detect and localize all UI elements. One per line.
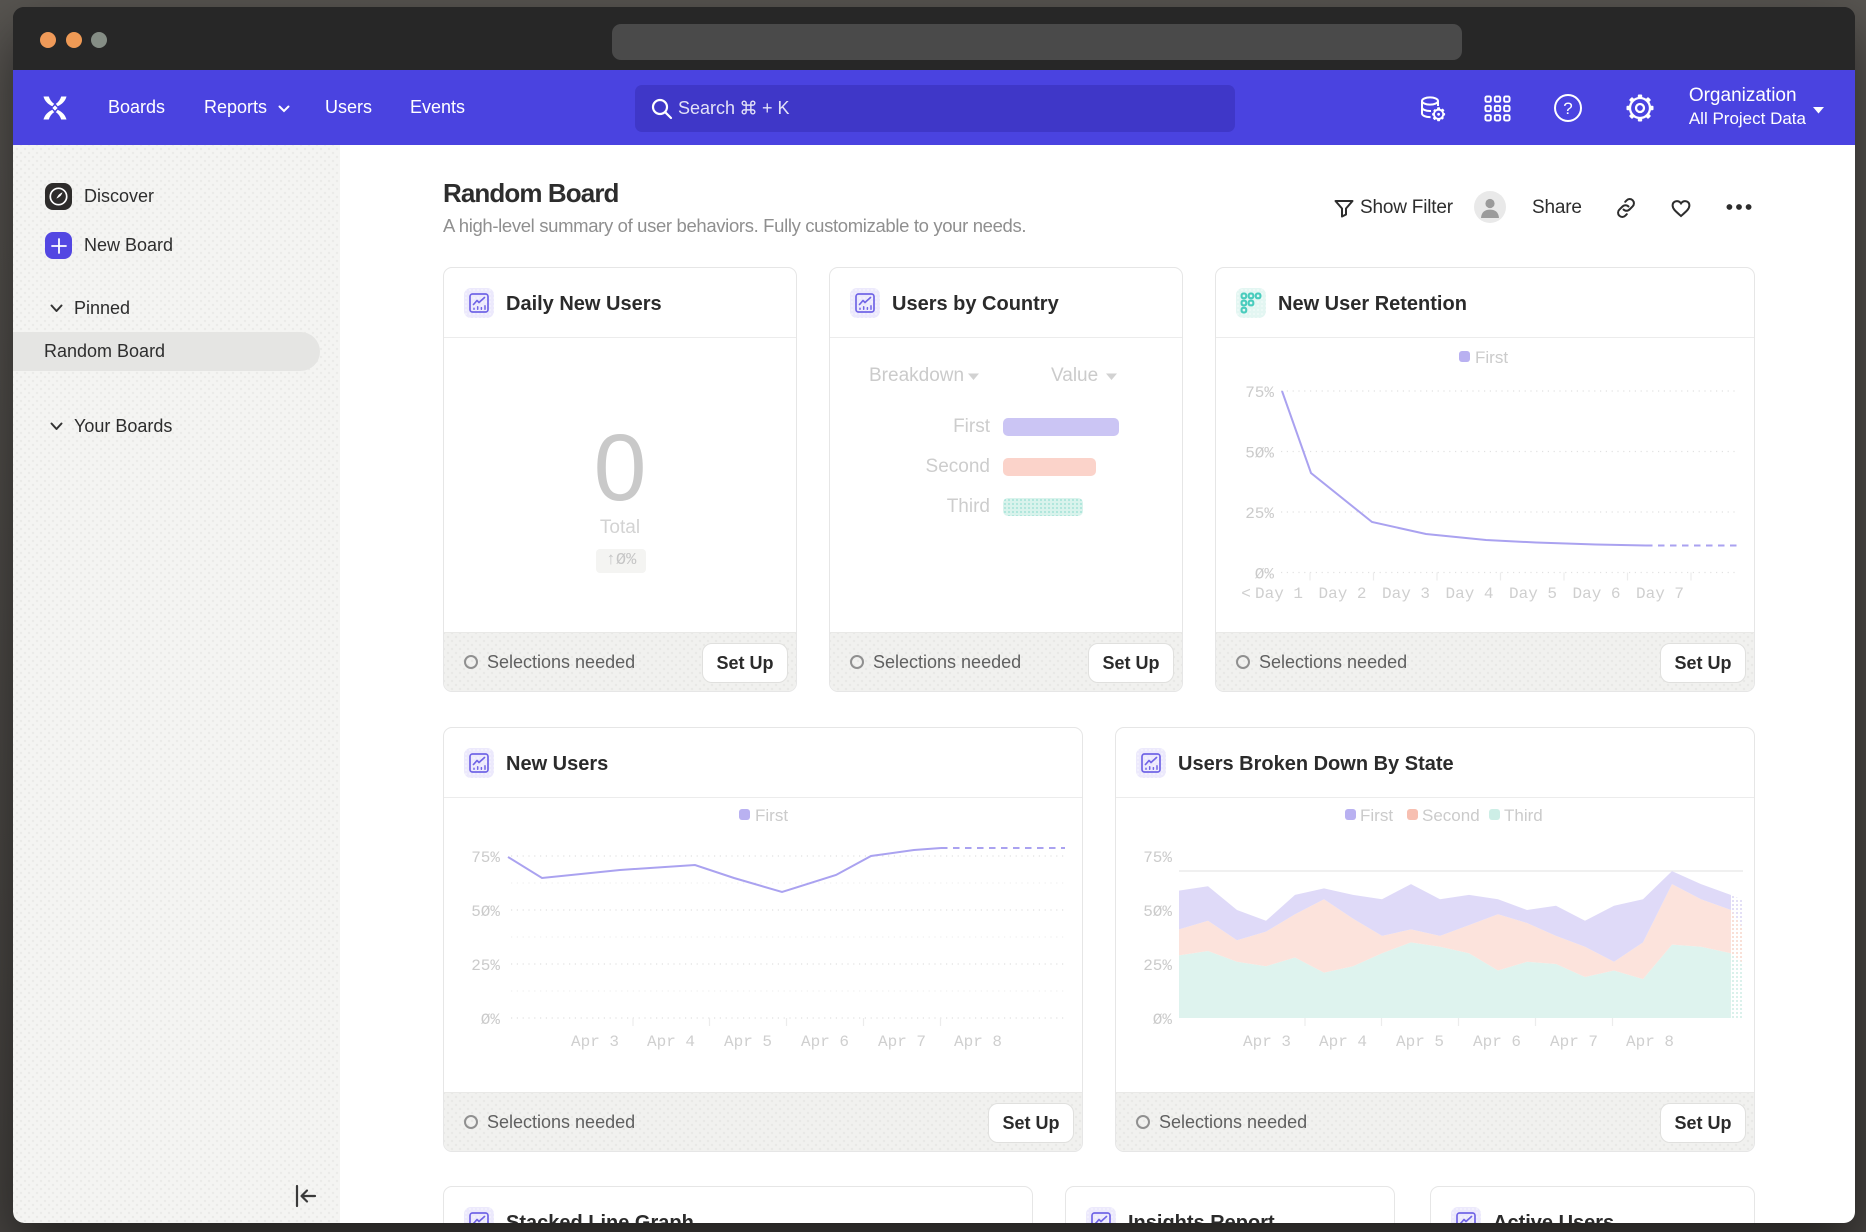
svg-text:Day 6: Day 6 bbox=[1572, 585, 1620, 603]
svg-text:Apr 8: Apr 8 bbox=[1626, 1033, 1674, 1051]
svg-text:Apr 5: Apr 5 bbox=[724, 1033, 772, 1051]
svg-text:Apr 3: Apr 3 bbox=[1243, 1033, 1291, 1051]
svg-text:75%: 75% bbox=[1245, 384, 1274, 402]
svg-text:Apr 4: Apr 4 bbox=[647, 1033, 695, 1051]
svg-text:Apr 6: Apr 6 bbox=[801, 1033, 849, 1051]
svg-text:Ø%: Ø% bbox=[1255, 566, 1275, 584]
svg-text:Day 5: Day 5 bbox=[1509, 585, 1557, 603]
svg-text:Day 1: Day 1 bbox=[1255, 585, 1303, 603]
svg-text:25%: 25% bbox=[1143, 957, 1172, 975]
svg-text:Ø%: Ø% bbox=[481, 1011, 501, 1029]
svg-text:Apr 4: Apr 4 bbox=[1319, 1033, 1367, 1051]
svg-text:Day 7: Day 7 bbox=[1636, 585, 1684, 603]
svg-text:Apr 5: Apr 5 bbox=[1396, 1033, 1444, 1051]
svg-text:Apr 6: Apr 6 bbox=[1473, 1033, 1521, 1051]
svg-text:Apr 7: Apr 7 bbox=[878, 1033, 926, 1051]
svg-text:?: ? bbox=[1563, 99, 1572, 118]
svg-text:First: First bbox=[1475, 348, 1508, 367]
svg-text:Day 4: Day 4 bbox=[1445, 585, 1493, 603]
svg-text:75%: 75% bbox=[471, 849, 500, 867]
svg-text:Third: Third bbox=[1504, 806, 1543, 825]
svg-text:25%: 25% bbox=[471, 957, 500, 975]
svg-text:Apr 3: Apr 3 bbox=[571, 1033, 619, 1051]
svg-text:First: First bbox=[1360, 806, 1393, 825]
svg-text:Apr 8: Apr 8 bbox=[954, 1033, 1002, 1051]
svg-text:Second: Second bbox=[1422, 806, 1480, 825]
svg-text:75%: 75% bbox=[1143, 849, 1172, 867]
svg-text:Day 3: Day 3 bbox=[1382, 585, 1430, 603]
svg-text:Ø%: Ø% bbox=[1153, 1011, 1173, 1029]
svg-text:5Ø%: 5Ø% bbox=[1245, 445, 1274, 463]
svg-text:5Ø%: 5Ø% bbox=[471, 903, 500, 921]
svg-text:Day 2: Day 2 bbox=[1318, 585, 1366, 603]
svg-text:25%: 25% bbox=[1245, 505, 1274, 523]
svg-text:<: < bbox=[1241, 585, 1251, 603]
svg-text:5Ø%: 5Ø% bbox=[1143, 903, 1172, 921]
svg-text:Apr 7: Apr 7 bbox=[1550, 1033, 1598, 1051]
svg-text:First: First bbox=[755, 806, 788, 825]
